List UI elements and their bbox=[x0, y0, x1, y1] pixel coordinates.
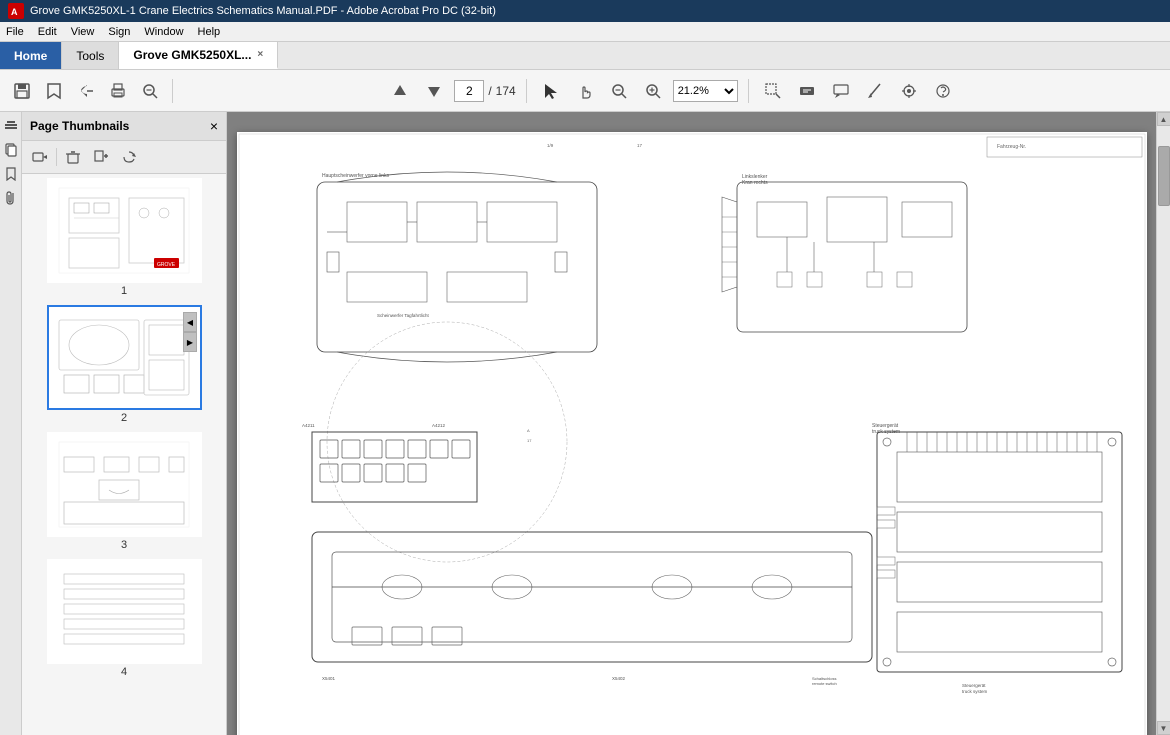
thumb-num-2: 2 bbox=[121, 412, 127, 424]
save-button[interactable] bbox=[8, 77, 36, 105]
tab-document[interactable]: Grove GMK5250XL... × bbox=[119, 42, 278, 69]
tab-bar: Home Tools Grove GMK5250XL... × bbox=[0, 42, 1170, 70]
toolbar-center: / 174 21.2% 25% 50% 75% 100% 125% 150% bbox=[181, 77, 1162, 105]
tab-tools[interactable]: Tools bbox=[62, 42, 119, 69]
print-button[interactable] bbox=[104, 77, 132, 105]
svg-text:Fahrzeug-Nr.: Fahrzeug-Nr. bbox=[997, 144, 1026, 150]
insert-page-button[interactable] bbox=[89, 145, 113, 169]
tab-home[interactable]: Home bbox=[0, 42, 62, 69]
svg-text:Kran rechts: Kran rechts bbox=[742, 180, 768, 186]
scroll-track[interactable] bbox=[1157, 126, 1170, 721]
marquee-zoom-button[interactable] bbox=[759, 77, 787, 105]
hand-tool-button[interactable] bbox=[571, 77, 599, 105]
svg-text:truck system: truck system bbox=[962, 689, 988, 694]
thumbnails-panel[interactable]: GROVE 1 bbox=[22, 174, 226, 735]
thumb-image-4 bbox=[47, 559, 202, 664]
vertical-scrollbar[interactable]: ▲ ▼ bbox=[1156, 112, 1170, 735]
sidebar-header: Page Thumbnails × bbox=[22, 112, 226, 141]
sidebar-icon-strip bbox=[0, 112, 22, 735]
thumb-num-1: 1 bbox=[121, 285, 127, 297]
nav-up-button[interactable] bbox=[386, 77, 414, 105]
svg-text:X5401: X5401 bbox=[322, 676, 336, 681]
svg-text:Steuergerät: Steuergerät bbox=[962, 683, 986, 688]
separator-3 bbox=[748, 79, 749, 103]
sidebar-title: Page Thumbnails bbox=[30, 119, 129, 133]
separator-2 bbox=[526, 79, 527, 103]
sep bbox=[56, 148, 57, 166]
zoom-select[interactable]: 21.2% 25% 50% 75% 100% 125% 150% bbox=[673, 80, 738, 102]
zoom-in-toolbar-button[interactable] bbox=[136, 77, 164, 105]
draw-button[interactable] bbox=[861, 77, 889, 105]
bookmark-button[interactable] bbox=[40, 77, 68, 105]
svg-text:truck system: truck system bbox=[872, 429, 900, 435]
sidebar-scroll-left[interactable]: ◀ bbox=[183, 312, 197, 332]
scroll-down-arrow[interactable]: ▼ bbox=[1157, 721, 1170, 735]
attachment-icon-btn[interactable] bbox=[1, 188, 21, 208]
thumb-image-1: GROVE bbox=[47, 178, 202, 283]
menu-help[interactable]: Help bbox=[198, 26, 221, 38]
thumbnail-4[interactable]: 4 bbox=[26, 559, 222, 678]
thumb-num-4: 4 bbox=[121, 666, 127, 678]
thumbnail-3[interactable]: 3 bbox=[26, 432, 222, 551]
svg-text:A: A bbox=[11, 7, 18, 17]
sidebar-scroll-right[interactable]: ▶ bbox=[183, 332, 197, 352]
rotate-button[interactable] bbox=[117, 145, 141, 169]
sidebar-close-button[interactable]: × bbox=[210, 118, 218, 134]
window-title: Grove GMK5250XL-1 Crane Electrics Schema… bbox=[30, 5, 496, 17]
separator-1 bbox=[172, 79, 173, 103]
delete-thumb-button[interactable] bbox=[61, 145, 85, 169]
thumb-num-3: 3 bbox=[121, 539, 127, 551]
pdf-page: Fahrzeug-Nr. bbox=[237, 132, 1147, 735]
thumbnail-1[interactable]: GROVE 1 bbox=[26, 178, 222, 297]
svg-text:Scheinwerfer Tagfahrtlicht: Scheinwerfer Tagfahrtlicht bbox=[377, 313, 429, 318]
pages-icon-btn[interactable] bbox=[1, 140, 21, 160]
sidebar-options-button[interactable] bbox=[28, 145, 52, 169]
layers-icon-btn[interactable] bbox=[1, 116, 21, 136]
svg-text:A4211: A4211 bbox=[302, 423, 315, 428]
zoom-in-button[interactable] bbox=[639, 77, 667, 105]
toolbar: / 174 21.2% 25% 50% 75% 100% 125% 150% bbox=[0, 70, 1170, 112]
page-separator: / bbox=[488, 84, 491, 98]
thumb-image-2 bbox=[47, 305, 202, 410]
comment-button[interactable] bbox=[827, 77, 855, 105]
zoom-out-button[interactable] bbox=[605, 77, 633, 105]
nav-down-button[interactable] bbox=[420, 77, 448, 105]
sidebar-panel: Page Thumbnails × bbox=[22, 112, 227, 735]
menu-bar: File Edit View Sign Window Help bbox=[0, 22, 1170, 42]
svg-text:Hauptscheinwerfer vorne links: Hauptscheinwerfer vorne links bbox=[322, 173, 389, 179]
thumb-image-3 bbox=[47, 432, 202, 537]
menu-edit[interactable]: Edit bbox=[38, 26, 57, 38]
svg-text:A4212: A4212 bbox=[432, 423, 446, 428]
page-total: 174 bbox=[496, 84, 516, 98]
schematic-drawing: Fahrzeug-Nr. bbox=[237, 132, 1147, 735]
scroll-thumb[interactable] bbox=[1158, 146, 1170, 206]
redact-button[interactable] bbox=[793, 77, 821, 105]
svg-text:GROVE: GROVE bbox=[157, 262, 176, 268]
tab-close-button[interactable]: × bbox=[257, 49, 263, 60]
back-button[interactable] bbox=[72, 77, 100, 105]
svg-text:remote switch: remote switch bbox=[812, 681, 837, 686]
svg-text:17: 17 bbox=[527, 438, 532, 443]
scroll-up-arrow[interactable]: ▲ bbox=[1157, 112, 1170, 126]
select-tool-button[interactable] bbox=[537, 77, 565, 105]
stamp-button[interactable] bbox=[895, 77, 923, 105]
menu-window[interactable]: Window bbox=[144, 26, 183, 38]
main-area: Page Thumbnails × bbox=[0, 112, 1170, 735]
more-tools-button[interactable] bbox=[929, 77, 957, 105]
svg-text:A: A bbox=[527, 428, 530, 433]
pdf-content-area[interactable]: Fahrzeug-Nr. bbox=[227, 112, 1156, 735]
menu-view[interactable]: View bbox=[71, 26, 95, 38]
title-bar: A Grove GMK5250XL-1 Crane Electrics Sche… bbox=[0, 0, 1170, 22]
menu-sign[interactable]: Sign bbox=[108, 26, 130, 38]
svg-text:17: 17 bbox=[637, 143, 643, 148]
svg-text:1/9: 1/9 bbox=[547, 143, 554, 148]
bookmark-icon-btn[interactable] bbox=[1, 164, 21, 184]
menu-file[interactable]: File bbox=[6, 26, 24, 38]
acrobat-icon: A bbox=[8, 3, 24, 19]
sidebar-tools bbox=[22, 141, 226, 174]
page-nav: / 174 bbox=[454, 80, 515, 102]
page-number-input[interactable] bbox=[454, 80, 484, 102]
svg-text:X5402: X5402 bbox=[612, 676, 626, 681]
